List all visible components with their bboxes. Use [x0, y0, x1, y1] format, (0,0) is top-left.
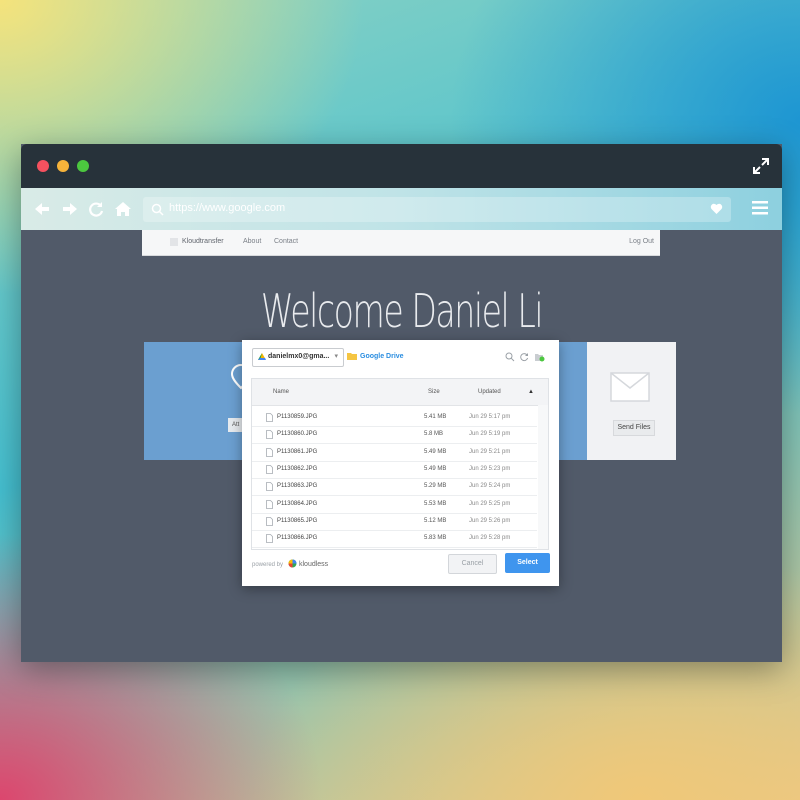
send-panel: Send Files — [587, 342, 676, 460]
cancel-button[interactable]: Cancel — [448, 554, 497, 574]
sort-arrow-icon[interactable]: ▲ — [528, 389, 534, 395]
file-updated: Jun 29 5:26 pm — [469, 517, 511, 524]
file-updated: Jun 29 5:21 pm — [469, 448, 511, 455]
dialog-tools — [505, 352, 545, 362]
file-row[interactable]: P1130863.JPG 5.29 MB Jun 29 5:24 pm — [252, 478, 537, 497]
file-updated: Jun 29 5:23 pm — [469, 465, 511, 472]
source-label[interactable]: Google Drive — [360, 353, 404, 360]
file-list-header: Name Size Updated ▲ — [252, 379, 548, 406]
file-icon — [266, 534, 273, 543]
file-icon — [266, 447, 273, 457]
file-size: 5.53 MB — [424, 500, 447, 507]
file-size: 5.49 MB — [424, 465, 447, 472]
back-arrow-icon[interactable] — [33, 200, 51, 218]
chevron-down-icon: ▾ — [334, 353, 338, 360]
file-row[interactable]: P1130864.JPG 5.53 MB Jun 29 5:25 pm — [252, 496, 537, 514]
file-size: 5.12 MB — [424, 517, 447, 524]
file-row[interactable]: P1130859.JPG 5.41 MB Jun 29 5:17 pm — [252, 409, 537, 427]
file-name: P1130859.JPG — [277, 414, 318, 420]
file-icon — [266, 430, 273, 440]
file-size: 5.41 MB — [424, 414, 447, 420]
kloudless-logo-icon — [288, 559, 297, 568]
new-folder-icon[interactable] — [535, 354, 545, 362]
file-name: P1130860.JPG — [277, 431, 318, 438]
file-updated: Jun 29 5:25 pm — [469, 500, 511, 507]
close-window-button[interactable] — [37, 160, 49, 172]
browser-window: https://www.google.com Kloudtransfer Abo… — [21, 144, 782, 662]
file-size: 5.8 MB — [424, 431, 444, 438]
search-icon[interactable] — [505, 352, 515, 362]
file-size: 5.83 MB — [424, 535, 447, 542]
file-size: 5.49 MB — [424, 448, 447, 455]
menu-icon[interactable] — [752, 201, 768, 215]
file-name: P1130862.JPG — [277, 465, 318, 472]
send-files-button[interactable]: Send Files — [613, 420, 655, 436]
file-icon — [266, 499, 273, 509]
file-row[interactable]: P1130861.JPG 5.49 MB Jun 29 5:21 pm — [252, 444, 537, 462]
home-icon[interactable] — [114, 200, 132, 218]
account-selector[interactable]: danielmx0@gma... ▾ — [252, 348, 344, 367]
file-icon — [266, 413, 273, 422]
file-name: P1130865.JPG — [277, 517, 318, 524]
file-updated: Jun 29 5:17 pm — [469, 414, 511, 420]
url-text: https://www.google.com — [169, 202, 286, 214]
select-button[interactable]: Select — [505, 553, 550, 573]
file-row[interactable]: P1130860.JPG 5.8 MB Jun 29 5:19 pm — [252, 426, 537, 445]
reload-icon[interactable] — [87, 200, 105, 218]
powered-by-text: powered by — [252, 562, 284, 568]
logout-link[interactable]: Log Out — [629, 238, 654, 245]
file-icon — [266, 482, 273, 492]
app-logo — [170, 238, 178, 246]
file-name: P1130864.JPG — [277, 500, 318, 507]
file-name: P1130863.JPG — [277, 483, 318, 490]
file-name: P1130866.JPG — [277, 535, 318, 542]
file-list: Name Size Updated ▲ P1130859.JPG 5.41 MB J… — [251, 378, 549, 550]
file-icon — [266, 464, 273, 474]
file-icon — [266, 516, 273, 526]
folder-icon — [347, 353, 357, 360]
nav-link-contact[interactable]: Contact — [274, 238, 298, 245]
app-navbar: Kloudtransfer About Contact Log Out — [142, 230, 660, 256]
address-bar[interactable]: https://www.google.com — [143, 197, 731, 222]
file-name: P1130861.JPG — [277, 448, 318, 455]
minimize-window-button[interactable] — [57, 160, 69, 172]
fullscreen-icon[interactable] — [752, 157, 770, 175]
envelope-icon — [610, 372, 650, 402]
forward-arrow-icon[interactable] — [61, 200, 79, 218]
column-name[interactable]: Name — [273, 389, 289, 395]
file-picker-dialog: danielmx0@gma... ▾ Google Drive Name Siz… — [242, 340, 559, 586]
title-bar — [21, 144, 782, 188]
file-updated: Jun 29 5:19 pm — [469, 431, 511, 438]
file-list-scrollbar[interactable] — [538, 405, 548, 549]
refresh-icon[interactable] — [520, 353, 529, 362]
column-updated[interactable]: Updated — [478, 389, 501, 395]
search-icon — [151, 203, 164, 216]
file-row[interactable]: P1130865.JPG 5.12 MB Jun 29 5:26 pm — [252, 513, 537, 531]
file-updated: Jun 29 5:24 pm — [469, 483, 511, 490]
file-size: 5.29 MB — [424, 483, 447, 490]
file-updated: Jun 29 5:28 pm — [469, 535, 511, 542]
google-drive-icon — [258, 353, 266, 360]
account-email: danielmx0@gma... — [268, 353, 330, 360]
column-size[interactable]: Size — [428, 389, 440, 395]
kloudless-brand: kloudless — [299, 561, 329, 568]
file-row[interactable]: P1130866.JPG 5.83 MB Jun 29 5:28 pm — [252, 530, 537, 549]
zoom-window-button[interactable] — [77, 160, 89, 172]
file-row[interactable]: P1130862.JPG 5.49 MB Jun 29 5:23 pm — [252, 461, 537, 479]
nav-link-about[interactable]: About — [243, 238, 261, 245]
welcome-heading: Welcome Daniel Li — [260, 284, 544, 338]
brand-link[interactable]: Kloudtransfer — [182, 238, 224, 245]
heart-icon[interactable] — [710, 203, 723, 215]
